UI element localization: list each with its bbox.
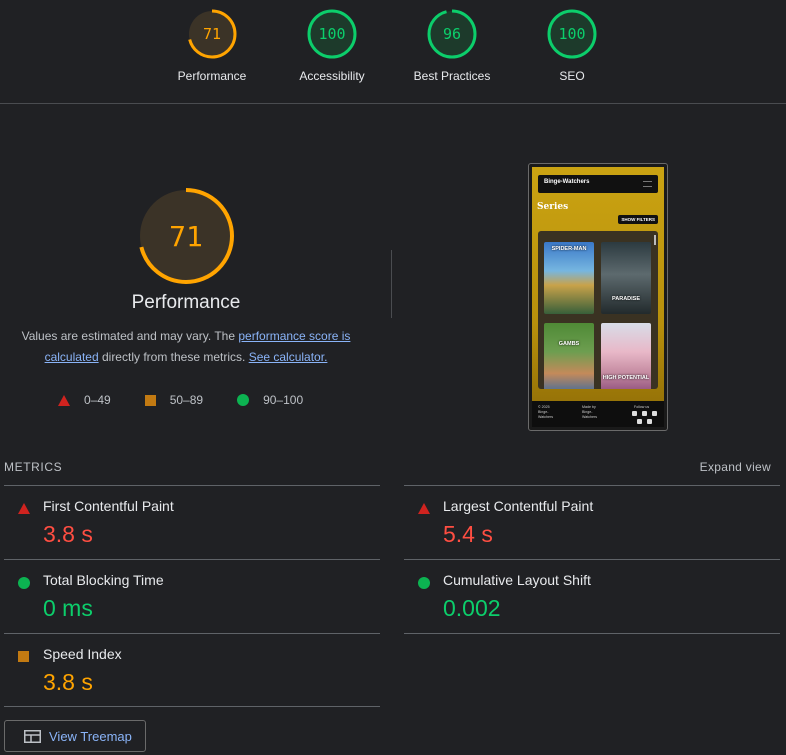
screenshot-filter-button: SHOW FILTERS [618, 215, 658, 224]
score-gauges-bar: 71 Performance 100 Accessibility 96 Best… [0, 0, 786, 104]
facebook-icon [632, 411, 637, 416]
poster: PARADISE [601, 242, 651, 314]
screenshot-screen: Binge-Watchers Series SHOW FILTERS SPIDE… [532, 167, 664, 427]
metrics-heading: METRICS [4, 460, 63, 474]
svg-text:71: 71 [169, 220, 203, 253]
gauge-performance-label: Performance [177, 69, 247, 83]
legend-fail-range: 0–49 [84, 393, 111, 407]
desc-text-1: Values are estimated and may vary. The [21, 329, 239, 343]
metric-name: Largest Contentful Paint [443, 498, 594, 514]
screenshot-footer-copyright: © 2025 Binge-Watchers [538, 405, 554, 419]
gauge-accessibility-label: Accessibility [299, 69, 365, 83]
performance-title: Performance [131, 292, 241, 313]
youtube-icon [652, 411, 657, 416]
metric-largest-contentful-paint: Largest Contentful Paint 5.4 s [404, 485, 780, 559]
view-treemap-label: View Treemap [49, 728, 132, 744]
poster: SPIDER-MAN [544, 242, 594, 314]
gauge-accessibility-ring: 100 [307, 9, 357, 59]
poster-title: PARADISE [611, 296, 640, 302]
gauge-seo-label: SEO [559, 69, 585, 83]
triangle-fail-icon [418, 503, 430, 514]
screenshot-brand: Binge-Watchers [544, 179, 590, 185]
gauge-performance-ring: 71 [187, 9, 237, 59]
metric-name: Total Blocking Time [43, 572, 164, 588]
legend-pass: 90–100 [237, 393, 303, 407]
section-divider [391, 250, 392, 318]
twitter-icon [642, 411, 647, 416]
svg-text:96: 96 [443, 25, 461, 43]
view-treemap-button[interactable]: View Treemap [4, 720, 146, 752]
metric-name: Speed Index [43, 646, 122, 662]
tiktok-icon [647, 419, 652, 424]
gauge-best-practices-label: Best Practices [413, 69, 491, 83]
metric-name: Cumulative Layout Shift [443, 572, 591, 588]
gauge-performance[interactable]: 71 Performance [157, 8, 267, 83]
triangle-fail-icon [58, 394, 70, 406]
triangle-fail-icon [18, 503, 30, 514]
circle-pass-icon [237, 394, 250, 406]
svg-text:100: 100 [558, 25, 585, 43]
circle-pass-icon [418, 577, 430, 589]
instagram-icon [637, 419, 642, 424]
expand-view-toggle[interactable]: Expand view [700, 460, 771, 474]
legend-average: 50–89 [144, 393, 204, 407]
screenshot-heading: Series [537, 202, 569, 212]
circle-pass-icon [18, 577, 30, 589]
metric-first-contentful-paint: First Contentful Paint 3.8 s [4, 485, 380, 559]
metric-cumulative-layout-shift: Cumulative Layout Shift 0.002 [404, 559, 780, 633]
metric-value: 0 ms [43, 595, 93, 621]
gauge-best-practices[interactable]: 96 Best Practices [397, 8, 507, 83]
poster-title: SPIDER-MAN [551, 246, 587, 252]
treemap-icon [24, 729, 41, 743]
screenshot-navbar: Binge-Watchers [538, 175, 658, 193]
metrics-bottom-divider [4, 706, 380, 707]
performance-gauge-large: 71 [138, 188, 234, 284]
square-average-icon [18, 651, 29, 662]
metric-name: First Contentful Paint [43, 498, 174, 514]
see-calculator-link[interactable]: See calculator. [249, 350, 328, 364]
hamburger-icon [643, 181, 652, 187]
legend-average-range: 50–89 [169, 393, 204, 407]
gauge-seo-ring: 100 [547, 9, 597, 59]
poster: GAMBS [544, 323, 594, 389]
legend-pass-range: 90–100 [263, 393, 304, 407]
square-average-icon [144, 394, 156, 406]
screenshot-poster-grid: SPIDER-MAN PARADISE GAMBS HIGH POTENTIAL [538, 231, 658, 389]
gauge-best-practices-ring: 96 [427, 9, 477, 59]
poster: HIGH POTENTIAL [601, 323, 651, 389]
performance-description: Values are estimated and may vary. The p… [16, 326, 356, 368]
poster-title: GAMBS [558, 341, 580, 347]
screenshot-footer-credit: Made by Binge-Watchers [582, 405, 598, 419]
metric-value: 0.002 [443, 595, 501, 621]
final-screenshot[interactable]: Binge-Watchers Series SHOW FILTERS SPIDE… [528, 163, 668, 431]
legend-fail: 0–49 [58, 393, 111, 407]
metric-total-blocking-time: Total Blocking Time 0 ms [4, 559, 380, 633]
screenshot-footer: © 2025 Binge-Watchers Made by Binge-Watc… [532, 401, 664, 427]
gauge-accessibility[interactable]: 100 Accessibility [277, 8, 387, 83]
score-legend: 0–49 50–89 90–100 [58, 393, 337, 407]
poster-title: HIGH POTENTIAL [602, 375, 650, 381]
gauge-seo[interactable]: 100 SEO [517, 8, 627, 83]
metric-value: 5.4 s [443, 521, 493, 547]
svg-text:71: 71 [203, 25, 221, 43]
metrics-right-divider [404, 633, 780, 634]
desc-text-2: directly from these metrics. [98, 350, 249, 364]
metric-value: 3.8 s [43, 521, 93, 547]
metric-speed-index: Speed Index 3.8 s [4, 633, 380, 707]
metric-value: 3.8 s [43, 669, 93, 695]
performance-summary: 71 Performance Values are estimated and … [0, 186, 372, 368]
screenshot-scrollbar [654, 235, 656, 245]
screenshot-footer-follow: Follow us [634, 405, 650, 409]
svg-text:100: 100 [318, 25, 345, 43]
